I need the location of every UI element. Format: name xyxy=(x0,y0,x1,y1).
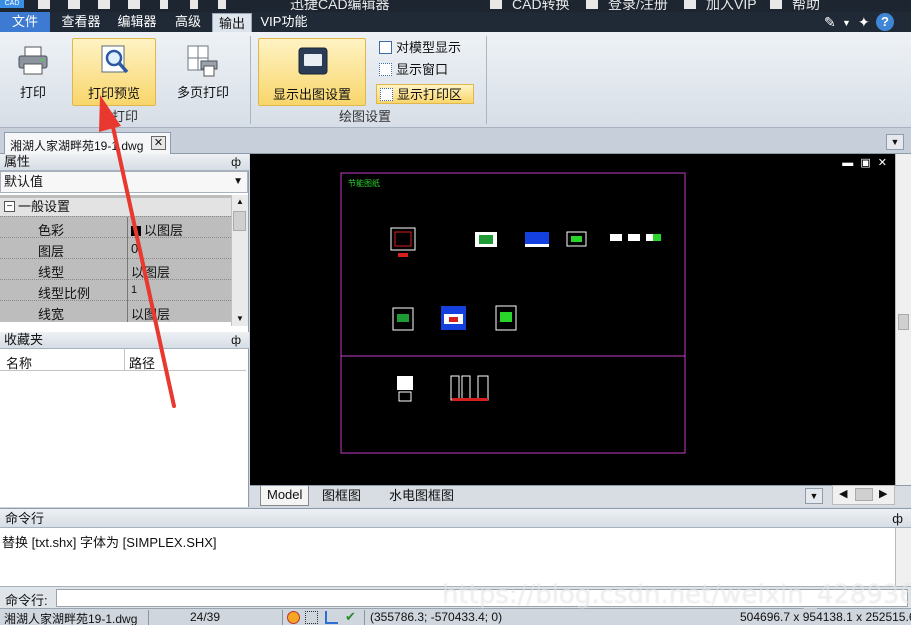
annotation-arrow xyxy=(99,95,176,408)
